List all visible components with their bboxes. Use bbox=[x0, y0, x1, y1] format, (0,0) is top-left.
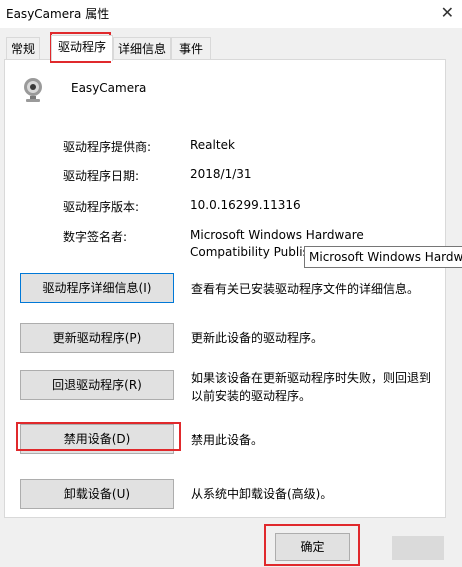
driver-details-button[interactable]: 驱动程序详细信息(I) bbox=[20, 273, 174, 303]
provider-value: Realtek bbox=[190, 138, 235, 152]
date-value: 2018/1/31 bbox=[190, 167, 252, 181]
uninstall-device-desc: 从系统中卸载设备(高级)。 bbox=[191, 487, 333, 501]
rollback-driver-desc-line2: 以前安装的驱动程序。 bbox=[191, 389, 312, 403]
window-title: EasyCamera 属性 bbox=[6, 7, 110, 21]
rollback-driver-button[interactable]: 回退驱动程序(R) bbox=[20, 370, 174, 400]
tab-strip: 常规 驱动程序 详细信息 事件 bbox=[0, 35, 462, 61]
title-bar: EasyCamera 属性 ✕ bbox=[0, 0, 462, 28]
tab-details[interactable]: 详细信息 bbox=[113, 37, 171, 59]
provider-label: 驱动程序提供商: bbox=[63, 140, 152, 154]
webcam-icon bbox=[24, 78, 42, 102]
close-icon[interactable]: ✕ bbox=[441, 3, 454, 22]
signer-label: 数字签名者: bbox=[63, 230, 128, 244]
tab-events[interactable]: 事件 bbox=[171, 37, 211, 59]
signer-tooltip: Microsoft Windows Hardware bbox=[304, 246, 462, 268]
driver-details-desc: 查看有关已安装驱动程序文件的详细信息。 bbox=[191, 282, 420, 296]
tab-general[interactable]: 常规 bbox=[6, 37, 40, 59]
tab-driver[interactable]: 驱动程序 bbox=[51, 35, 113, 61]
cancel-button[interactable] bbox=[392, 536, 444, 560]
signer-value-line1: Microsoft Windows Hardware bbox=[190, 228, 364, 242]
ok-button[interactable]: 确定 bbox=[275, 533, 350, 561]
disable-device-button[interactable]: 禁用设备(D) bbox=[20, 424, 174, 454]
version-value: 10.0.16299.11316 bbox=[190, 198, 301, 212]
update-driver-desc: 更新此设备的驱动程序。 bbox=[191, 331, 324, 345]
disable-device-desc: 禁用此设备。 bbox=[191, 433, 264, 447]
version-label: 驱动程序版本: bbox=[63, 200, 140, 214]
rollback-driver-desc-line1: 如果该设备在更新驱动程序时失败，则回退到 bbox=[191, 371, 432, 385]
update-driver-button[interactable]: 更新驱动程序(P) bbox=[20, 323, 174, 353]
date-label: 驱动程序日期: bbox=[63, 169, 140, 183]
uninstall-device-button[interactable]: 卸载设备(U) bbox=[20, 479, 174, 509]
signer-value-line2: Compatibility Publis bbox=[190, 245, 309, 259]
device-name: EasyCamera bbox=[71, 81, 147, 95]
